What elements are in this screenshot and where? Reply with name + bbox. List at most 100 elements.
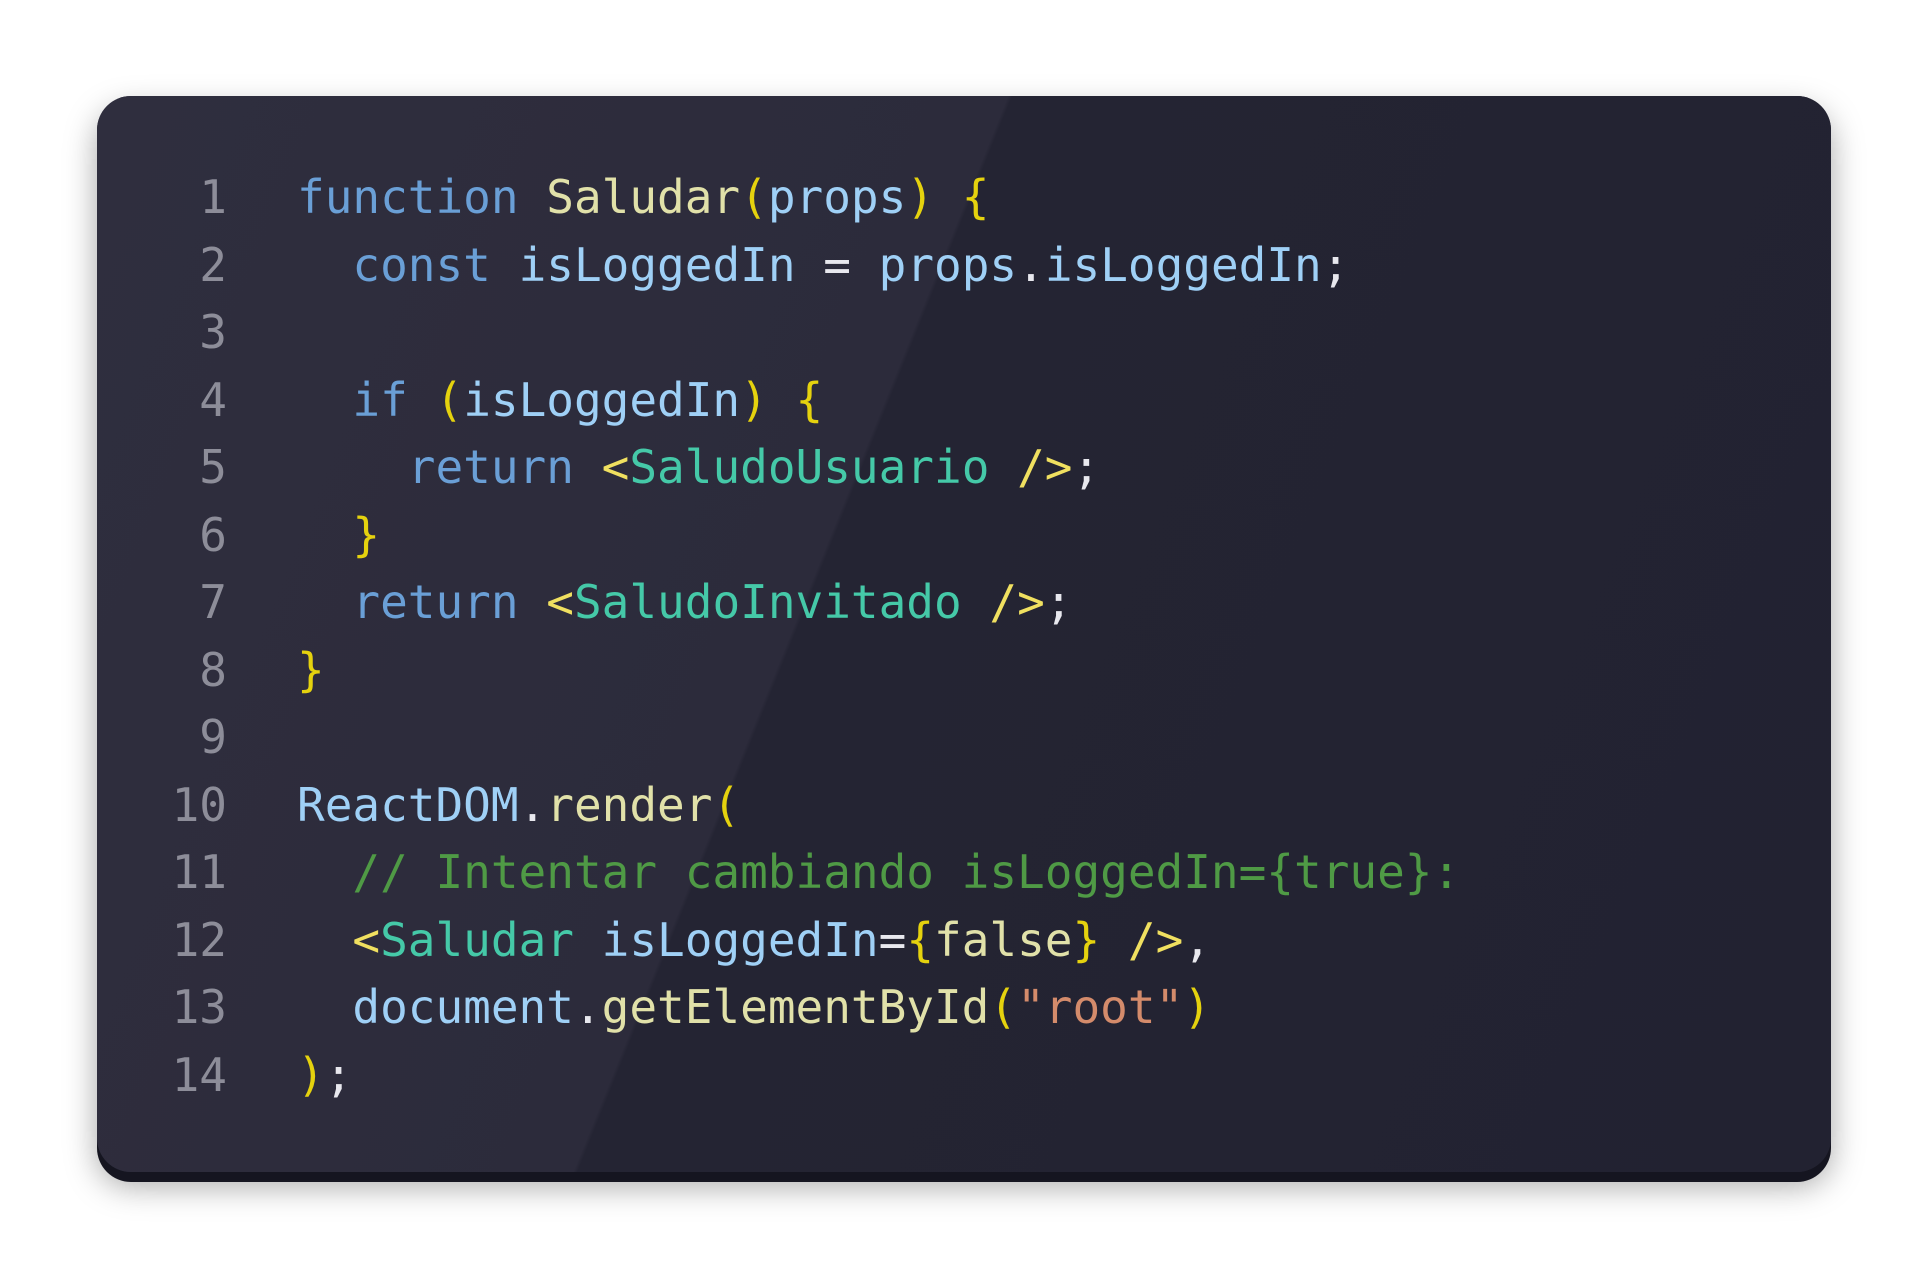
code-token: (	[989, 980, 1018, 1034]
code-token: ;	[324, 1047, 353, 1102]
code-token: // Intentar cambiando isLoggedIn={true}:	[352, 845, 1461, 899]
code-token: if	[352, 372, 408, 427]
code-token: <	[601, 440, 630, 494]
line-number: 5	[199, 440, 227, 494]
code-line: 13 document.getElementById("root")	[97, 974, 1831, 1042]
code-token: }	[297, 642, 325, 697]
code-token: return	[352, 575, 519, 629]
code-token: }	[352, 507, 381, 562]
line-number: 2	[199, 237, 227, 292]
line-number: 13	[171, 980, 227, 1034]
line-number: 11	[171, 845, 227, 899]
code-token: return	[407, 440, 574, 494]
line-source: // Intentar cambiando isLoggedIn={true}:	[297, 839, 1460, 907]
code-token: ;	[1321, 237, 1350, 292]
code-line: 2 const isLoggedIn = props.isLoggedIn;	[97, 232, 1831, 300]
code-line: 1 function Saludar(props) {	[97, 164, 1831, 232]
code-token: render	[546, 777, 713, 832]
code-block: 1 function Saludar(props) {2 const isLogg…	[97, 164, 1831, 1109]
code-token: {	[906, 912, 935, 967]
code-line: 8}	[97, 637, 1831, 705]
code-token: "root"	[1017, 980, 1184, 1034]
code-token: const	[352, 237, 491, 292]
line-number: 3	[199, 305, 227, 359]
code-line: 12 <Saludar isLoggedIn={false} />,	[97, 907, 1831, 975]
code-token: (	[435, 372, 464, 427]
code-token: )	[297, 1047, 325, 1102]
line-number: 10	[171, 777, 227, 832]
line-source: );	[297, 1042, 352, 1110]
code-token: )	[906, 170, 935, 224]
code-token: false	[934, 912, 1073, 967]
code-token: (	[740, 170, 768, 224]
code-line: 7 return <SaludoInvitado />;	[97, 569, 1831, 637]
code-line: 5 return <SaludoUsuario />;	[97, 434, 1831, 502]
code-token: props	[767, 170, 907, 224]
code-token: ;	[1044, 575, 1073, 629]
code-token: isLoggedIn	[601, 912, 879, 967]
code-line: 4 if (isLoggedIn) {	[97, 367, 1831, 435]
code-token: />	[1127, 912, 1184, 967]
line-number: 9	[199, 710, 227, 764]
code-token: (	[712, 777, 741, 832]
code-token: )	[1183, 980, 1211, 1034]
code-snippet-card: 1 function Saludar(props) {2 const isLogg…	[97, 96, 1831, 1172]
code-token: ;	[1072, 440, 1101, 494]
code-token: .	[518, 777, 547, 832]
code-token: ,	[1183, 912, 1212, 967]
line-source: ReactDOM.render(	[297, 772, 740, 840]
line-number: 8	[199, 642, 227, 697]
code-token: props	[878, 237, 1018, 292]
code-token: Saludar	[380, 912, 574, 967]
code-line: 11 // Intentar cambiando isLoggedIn={tru…	[97, 839, 1831, 907]
line-number: 14	[171, 1047, 227, 1102]
code-token: }	[1072, 912, 1101, 967]
code-token: =	[878, 912, 907, 967]
code-token: .	[573, 980, 602, 1034]
line-source: return <SaludoUsuario />;	[297, 434, 1100, 502]
code-token: getElementById	[601, 980, 990, 1034]
code-token: SaludoInvitado	[573, 575, 962, 629]
code-line: 6 }	[97, 502, 1831, 570]
code-token: function	[297, 170, 519, 224]
code-token: {	[961, 170, 990, 224]
line-number: 1	[199, 170, 227, 224]
code-token: document	[352, 980, 574, 1034]
line-number: 6	[199, 507, 227, 562]
code-token: ReactDOM	[297, 777, 519, 832]
code-line: 3	[97, 299, 1831, 367]
code-token: isLoggedIn	[463, 372, 741, 427]
code-token: =	[795, 237, 879, 292]
code-token: Saludar	[546, 170, 741, 224]
code-token: isLoggedIn	[518, 237, 796, 292]
code-token: SaludoUsuario	[629, 440, 990, 494]
line-number: 4	[199, 372, 227, 427]
line-source: document.getElementById("root")	[297, 974, 1211, 1042]
code-line: 10 ReactDOM.render(	[97, 772, 1831, 840]
code-line: 9	[97, 704, 1831, 772]
line-number: 12	[171, 912, 227, 967]
line-source: <Saludar isLoggedIn={false} />,	[297, 907, 1211, 975]
line-number: 7	[199, 575, 227, 629]
code-token: )	[740, 372, 768, 427]
code-token: <	[546, 575, 574, 629]
line-source: }	[297, 637, 325, 705]
code-token: />	[989, 575, 1045, 629]
